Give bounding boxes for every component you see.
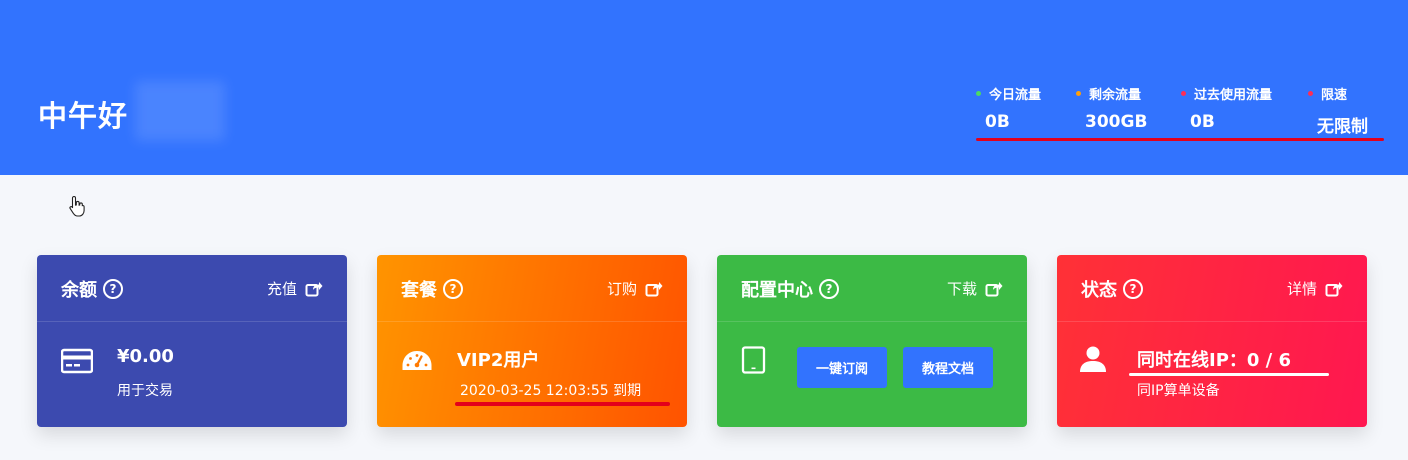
card-title: 余额? <box>61 276 123 302</box>
stat-remaining-traffic: 剩余流量 300GB <box>1076 84 1147 132</box>
status-desc: 同IP算单设备 <box>1137 383 1220 399</box>
subscribe-link[interactable]: 订购 <box>607 278 663 299</box>
stat-label: 限速 <box>1321 87 1348 103</box>
card-title: 套餐? <box>401 276 463 302</box>
help-icon[interactable]: ? <box>1123 279 1143 299</box>
speedometer-icon <box>402 351 432 370</box>
stat-label: 今日流量 <box>989 87 1042 103</box>
one-click-subscribe-button[interactable]: 一键订阅 <box>797 347 887 388</box>
stat-past-traffic: 过去使用流量 0B <box>1181 84 1272 132</box>
user-icon <box>1080 346 1106 372</box>
download-link[interactable]: 下载 <box>947 278 1003 299</box>
plan-expiry: 2020-03-25 12:03:55 到期 <box>460 383 642 399</box>
plan-name: VIP2用户 <box>457 350 540 371</box>
status-card: 状态? 详情 同时在线IP：0 / 6 同IP算单设备 <box>1057 255 1367 427</box>
stat-label: 剩余流量 <box>1089 87 1142 103</box>
blurred-username <box>135 81 225 141</box>
recharge-link[interactable]: 充值 <box>267 278 323 299</box>
online-ip-annotation-underline <box>1129 373 1329 376</box>
stat-speed-limit: 限速 无限制 <box>1308 84 1368 137</box>
red-dot-icon <box>1308 90 1313 96</box>
balance-desc: 用于交易 <box>117 383 173 399</box>
red-dot-icon <box>1181 90 1186 96</box>
card-title: 状态? <box>1081 276 1143 302</box>
greeting-text: 中午好 <box>38 99 129 133</box>
header-banner: 中午好 今日流量 0B 剩余流量 300GB 过去使用流量 0B 限速 无限制 <box>0 0 1408 175</box>
orange-dot-icon <box>1076 90 1081 96</box>
tablet-icon <box>741 346 766 374</box>
help-icon[interactable]: ? <box>103 279 123 299</box>
green-dot-icon <box>976 90 981 96</box>
balance-card: 余额? 充值 ¥0.00 用于交易 <box>37 255 347 427</box>
share-icon <box>645 281 663 296</box>
help-icon[interactable]: ? <box>443 279 463 299</box>
balance-amount: ¥0.00 <box>117 346 174 367</box>
help-icon[interactable]: ? <box>819 279 839 299</box>
expiry-annotation-underline <box>455 402 670 406</box>
online-ip-count: 同时在线IP：0 / 6 <box>1137 350 1292 371</box>
card-header: 状态? 详情 <box>1057 255 1367 322</box>
config-center-card: 配置中心? 下载 一键订阅 教程文档 <box>717 255 1027 427</box>
tutorial-docs-button[interactable]: 教程文档 <box>903 347 993 388</box>
card-header: 套餐? 订购 <box>377 255 687 322</box>
card-header: 余额? 充值 <box>37 255 347 322</box>
share-icon <box>1325 281 1343 296</box>
card-title: 配置中心? <box>741 276 839 302</box>
stat-label: 过去使用流量 <box>1194 87 1273 103</box>
credit-card-icon <box>61 348 93 374</box>
stat-value: 0B <box>985 112 1010 132</box>
stats-annotation-underline <box>976 138 1384 141</box>
stat-value: 0B <box>1190 112 1215 132</box>
stat-value: 无限制 <box>1317 117 1368 137</box>
card-header: 配置中心? 下载 <box>717 255 1027 322</box>
hand-cursor-icon <box>69 195 85 217</box>
share-icon <box>305 281 323 296</box>
share-icon <box>985 281 1003 296</box>
details-link[interactable]: 详情 <box>1287 278 1343 299</box>
stat-today-traffic: 今日流量 0B <box>976 84 1041 132</box>
stat-value: 300GB <box>1085 112 1148 132</box>
plan-card: 套餐? 订购 VIP2用户 2020-03-25 12:03:55 到期 <box>377 255 687 427</box>
